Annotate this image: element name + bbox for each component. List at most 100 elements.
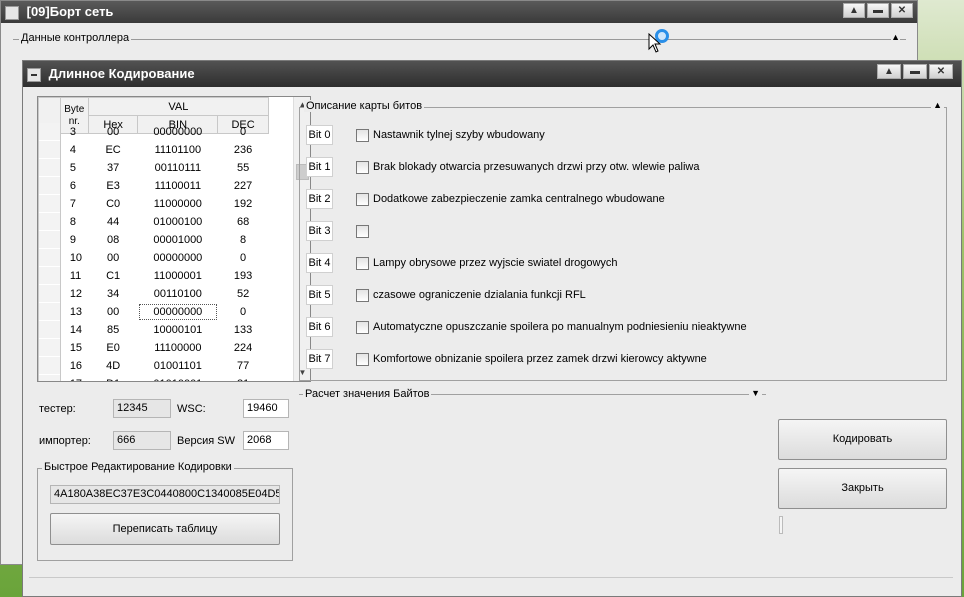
byte-cell[interactable]: 8 [59, 212, 89, 231]
byte-table[interactable]: Byte nr. VAL Hex BIN DEC 3 00 00000000 0 4 EC… [37, 96, 311, 382]
bit-checkbox[interactable] [356, 352, 369, 366]
dec-cell[interactable]: 55 [217, 158, 269, 177]
dec-cell[interactable]: 0 [217, 122, 269, 141]
bit-checkbox[interactable] [356, 288, 369, 302]
rewrite-table-button[interactable]: Переписать таблицу [50, 513, 280, 545]
dec-cell[interactable]: 0 [217, 302, 269, 321]
hex-cell[interactable]: 34 [87, 284, 139, 303]
byte-calc-group[interactable]: Расчет значения Байтов ▼ [299, 388, 766, 400]
byte-cell[interactable]: 11 [59, 266, 89, 285]
byte-cell[interactable]: 4 [59, 140, 89, 159]
dec-cell[interactable]: 236 [217, 140, 269, 159]
table-row[interactable]: 3 00 00000000 0 [38, 122, 269, 141]
hex-cell[interactable]: 85 [87, 320, 139, 339]
expand-icon[interactable]: ▲ [843, 3, 865, 18]
bin-cell[interactable]: 01000100 [137, 212, 219, 231]
byte-cell[interactable]: 7 [59, 194, 89, 213]
collapse-arrow-icon[interactable]: ▲ [931, 100, 944, 110]
hex-cell[interactable]: E3 [87, 176, 139, 195]
hex-cell[interactable]: 4D [87, 356, 139, 375]
hex-cell[interactable]: 00 [87, 302, 139, 321]
byte-cell[interactable]: 15 [59, 338, 89, 357]
expand-arrow-icon[interactable]: ▼ [749, 388, 762, 398]
dec-cell[interactable]: 8 [217, 230, 269, 249]
bin-cell[interactable]: 00110100 [137, 284, 219, 303]
byte-cell[interactable]: 14 [59, 320, 89, 339]
minimize-icon[interactable]: ▬ [867, 3, 889, 18]
close-button[interactable]: Закрыть [778, 468, 947, 509]
bin-cell[interactable]: 11101100 [137, 140, 219, 159]
table-row[interactable]: 13 00 00000000 0 [38, 302, 269, 321]
byte-cell[interactable]: 9 [59, 230, 89, 249]
table-row[interactable]: 14 85 10000101 133 [38, 320, 269, 339]
byte-cell[interactable]: 16 [59, 356, 89, 375]
byte-cell[interactable]: 10 [59, 248, 89, 267]
close-icon[interactable]: ✕ [929, 64, 953, 79]
table-row[interactable]: 9 08 00001000 8 [38, 230, 269, 249]
encode-button[interactable]: Кодировать [778, 419, 947, 460]
hex-cell[interactable]: 08 [87, 230, 139, 249]
dialog-titlebar[interactable]: Длинное Кодирование ▲ ▬ ✕ [23, 61, 961, 87]
dec-cell[interactable]: 193 [217, 266, 269, 285]
close-icon[interactable]: ✕ [891, 3, 913, 18]
dec-cell[interactable]: 0 [217, 248, 269, 267]
table-row[interactable]: 7 C0 11000000 192 [38, 194, 269, 213]
byte-cell[interactable]: 5 [59, 158, 89, 177]
bin-cell[interactable]: 00001000 [137, 230, 219, 249]
bin-cell[interactable]: 00000000 [137, 248, 219, 267]
table-row[interactable]: 16 4D 01001101 77 [38, 356, 269, 375]
table-row[interactable]: 4 EC 11101100 236 [38, 140, 269, 159]
byte-cell[interactable]: 12 [59, 284, 89, 303]
byte-cell[interactable]: 17 [59, 374, 89, 381]
table-row[interactable]: 17D10101000181 [38, 374, 269, 381]
byte-cell[interactable]: 3 [59, 122, 89, 141]
table-row[interactable]: 6 E3 11100011 227 [38, 176, 269, 195]
dec-cell[interactable]: 52 [217, 284, 269, 303]
bin-cell[interactable]: 00000000 [137, 302, 219, 321]
bit-checkbox[interactable] [356, 192, 369, 206]
table-row[interactable]: 10 00 00000000 0 [38, 248, 269, 267]
hex-cell[interactable]: D1 [87, 374, 139, 381]
background-window-titlebar[interactable]: [09]Борт сеть ▲ ▬ ✕ [1, 1, 917, 23]
bin-cell[interactable]: 00110111 [137, 158, 219, 177]
bit-checkbox[interactable] [356, 128, 369, 142]
bin-cell[interactable]: 00000000 [137, 122, 219, 141]
minimize-icon[interactable]: ▬ [903, 64, 927, 79]
val-header[interactable]: VAL [87, 97, 270, 116]
hex-cell[interactable]: 44 [87, 212, 139, 231]
dec-cell[interactable]: 68 [217, 212, 269, 231]
expand-icon[interactable]: ▲ [877, 64, 901, 79]
hex-cell[interactable]: C0 [87, 194, 139, 213]
dec-cell[interactable]: 227 [217, 176, 269, 195]
hex-cell[interactable]: 00 [87, 122, 139, 141]
bit-checkbox[interactable] [356, 224, 369, 238]
bit-checkbox[interactable] [356, 256, 369, 270]
bin-cell[interactable]: 01010001 [137, 374, 219, 381]
bin-cell[interactable]: 11000001 [137, 266, 219, 285]
hex-cell[interactable]: C1 [87, 266, 139, 285]
dec-cell[interactable]: 77 [217, 356, 269, 375]
bin-cell[interactable]: 01001101 [137, 356, 219, 375]
byte-cell[interactable]: 13 [59, 302, 89, 321]
bit-checkbox[interactable] [356, 320, 369, 334]
bit-checkbox[interactable] [356, 160, 369, 174]
byte-cell[interactable]: 6 [59, 176, 89, 195]
hex-cell[interactable]: E0 [87, 338, 139, 357]
dec-cell[interactable]: 81 [217, 374, 269, 381]
table-row[interactable]: 15 E0 11100000 224 [38, 338, 269, 357]
bin-cell[interactable]: 10000101 [137, 320, 219, 339]
table-row[interactable]: 5 37 00110111 55 [38, 158, 269, 177]
coding-input[interactable]: 4A180A38EC37E3C0440800C1340085E04D51 [50, 485, 280, 504]
table-row[interactable]: 11 C1 11000001 193 [38, 266, 269, 285]
dec-cell[interactable]: 224 [217, 338, 269, 357]
hex-cell[interactable]: 37 [87, 158, 139, 177]
dec-cell[interactable]: 133 [217, 320, 269, 339]
hex-cell[interactable]: EC [87, 140, 139, 159]
hex-cell[interactable]: 00 [87, 248, 139, 267]
bin-cell[interactable]: 11100000 [137, 338, 219, 357]
table-row[interactable]: 12 34 00110100 52 [38, 284, 269, 303]
bin-cell[interactable]: 11100011 [137, 176, 219, 195]
dec-cell[interactable]: 192 [217, 194, 269, 213]
bin-cell[interactable]: 11000000 [137, 194, 219, 213]
window-menu-icon[interactable] [27, 67, 41, 82]
